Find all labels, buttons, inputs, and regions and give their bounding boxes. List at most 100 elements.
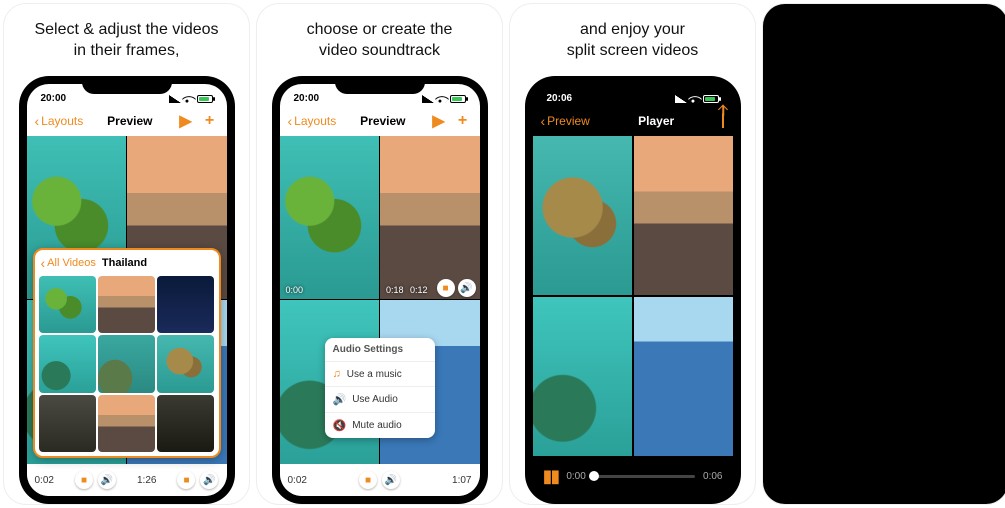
audio-settings-popover: Audio Settings ♫ Use a music 🔊 Use Audio… (325, 338, 435, 438)
preview-content: 0:00 0:18 ■ 🔊 0:12 (280, 136, 480, 496)
record-button[interactable]: ■ (75, 471, 93, 489)
battery-icon (703, 95, 719, 103)
screenshot-2: choose or create the video soundtrack 20… (257, 4, 502, 504)
seek-slider[interactable] (594, 475, 695, 478)
wifi-icon (181, 92, 195, 106)
share-button[interactable] (722, 114, 724, 128)
speaker-icon: 🔊 (333, 393, 347, 406)
video-pane-bottom-left (533, 297, 632, 456)
picker-back-button[interactable]: ‹ All Videos (41, 256, 96, 270)
pane-record-button[interactable]: ■ (437, 279, 455, 297)
video-thumb[interactable] (157, 395, 214, 452)
nav-back-button[interactable]: ‹ Layouts (288, 114, 337, 128)
picker-grid (35, 276, 219, 456)
notch (588, 76, 678, 94)
pane-time: 0:12 (406, 285, 432, 295)
play-button[interactable]: ▶ (429, 112, 447, 130)
status-time: 20:06 (547, 93, 573, 104)
signal-icon (169, 95, 181, 103)
notch (82, 76, 172, 94)
chevron-left-icon: ‹ (41, 256, 46, 270)
video-thumb[interactable] (39, 395, 96, 452)
popover-item-use-music[interactable]: ♫ Use a music (325, 362, 435, 387)
status-indicators (675, 94, 719, 104)
nav-bar: ‹ Preview Player (533, 106, 733, 136)
preview-content: 0:02 ■ 🔊 1:26 ■ 🔊 (27, 136, 227, 496)
video-thumb[interactable] (98, 276, 155, 333)
share-icon (722, 113, 724, 128)
pane-time: 0:00 (282, 285, 308, 295)
chevron-left-icon: ‹ (541, 114, 546, 128)
nav-back-button[interactable]: ‹ Preview (541, 114, 590, 128)
timeline-bar: 0:02 ■ 🔊 1:07 (280, 464, 480, 496)
output-split-grid (884, 4, 887, 504)
screenshot-3: and enjoy your split screen videos 20:06… (510, 4, 755, 504)
screenshot-1: Select & adjust the videos in their fram… (4, 4, 249, 504)
signal-icon (675, 95, 687, 103)
video-pane-top-left (533, 136, 632, 295)
time-total: 0:06 (703, 471, 722, 482)
video-thumb[interactable] (98, 335, 155, 392)
video-pane-top-right[interactable]: 0:18 ■ 🔊 0:12 (380, 136, 480, 300)
nav-back-button[interactable]: ‹ Layouts (35, 114, 84, 128)
picker-header: ‹ All Videos Thailand (35, 250, 219, 276)
video-pane-top-left[interactable]: 0:00 (280, 136, 380, 300)
popover-item-label: Use Audio (352, 394, 398, 405)
audio-button[interactable]: 🔊 (382, 471, 400, 489)
record-button[interactable]: ■ (359, 471, 377, 489)
add-button[interactable]: + (453, 112, 471, 130)
screen: 20:06 ‹ Preview Player (533, 84, 733, 496)
audio-button-2[interactable]: 🔊 (200, 471, 218, 489)
time-current: 0:02 (35, 475, 54, 486)
time-total: 1:07 (452, 475, 471, 486)
audio-button[interactable]: 🔊 (98, 471, 116, 489)
picker-back-label: All Videos (47, 257, 96, 269)
picker-title: Thailand (102, 257, 147, 269)
phone-frame: 20:00 ‹ Layouts Preview ▶ + (19, 76, 235, 504)
time-total: 1:26 (137, 475, 156, 486)
battery-icon (197, 95, 213, 103)
popover-item-use-audio[interactable]: 🔊 Use Audio (325, 387, 435, 413)
video-thumb[interactable] (39, 335, 96, 392)
pane-time: 0:18 (382, 285, 408, 295)
seek-thumb[interactable] (589, 471, 599, 481)
status-time: 20:00 (41, 93, 67, 104)
nav-title: Preview (360, 114, 405, 128)
screenshot-4 (763, 4, 1005, 504)
play-button[interactable]: ▶ (176, 112, 194, 130)
video-thumb[interactable] (157, 276, 214, 333)
record-button-2[interactable]: ■ (177, 471, 195, 489)
video-thumb[interactable] (39, 276, 96, 333)
pause-button[interactable]: ▮▮ (543, 466, 559, 487)
app-store-screenshot-gallery: Select & adjust the videos in their fram… (0, 0, 1005, 508)
nav-back-label: Layouts (294, 114, 336, 128)
popover-item-label: Use a music (347, 369, 402, 380)
video-thumb[interactable] (157, 335, 214, 392)
popover-item-mute-audio[interactable]: 🔇 Mute audio (325, 413, 435, 438)
popover-title: Audio Settings (325, 338, 435, 362)
nav-bar: ‹ Layouts Preview ▶ + (280, 106, 480, 136)
screenshot-caption: choose or create the video soundtrack (293, 4, 467, 78)
time-current: 0:02 (288, 475, 307, 486)
screenshot-caption: and enjoy your split screen videos (553, 4, 713, 78)
screen: 20:00 ‹ Layouts Preview ▶ + (27, 84, 227, 496)
screen: 20:00 ‹ Layouts Preview ▶ + (280, 84, 480, 496)
chevron-left-icon: ‹ (35, 114, 40, 128)
status-time: 20:00 (294, 93, 320, 104)
pane-audio-button[interactable]: 🔊 (458, 279, 476, 297)
player-controls: ▮▮ 0:00 0:06 (533, 456, 733, 496)
screenshot-caption: Select & adjust the videos in their fram… (20, 4, 232, 78)
video-thumb[interactable] (98, 395, 155, 452)
nav-back-label: Layouts (41, 114, 83, 128)
popover-item-label: Mute audio (352, 420, 401, 431)
add-button[interactable]: + (200, 112, 218, 130)
nav-bar: ‹ Layouts Preview ▶ + (27, 106, 227, 136)
music-note-icon: ♫ (333, 368, 341, 380)
phone-frame: 20:00 ‹ Layouts Preview ▶ + (272, 76, 488, 504)
wifi-icon (434, 92, 448, 106)
time-current: 0:00 (566, 471, 585, 482)
video-picker: ‹ All Videos Thailand (33, 248, 221, 458)
notch (335, 76, 425, 94)
chevron-left-icon: ‹ (288, 114, 293, 128)
status-indicators (422, 94, 466, 104)
